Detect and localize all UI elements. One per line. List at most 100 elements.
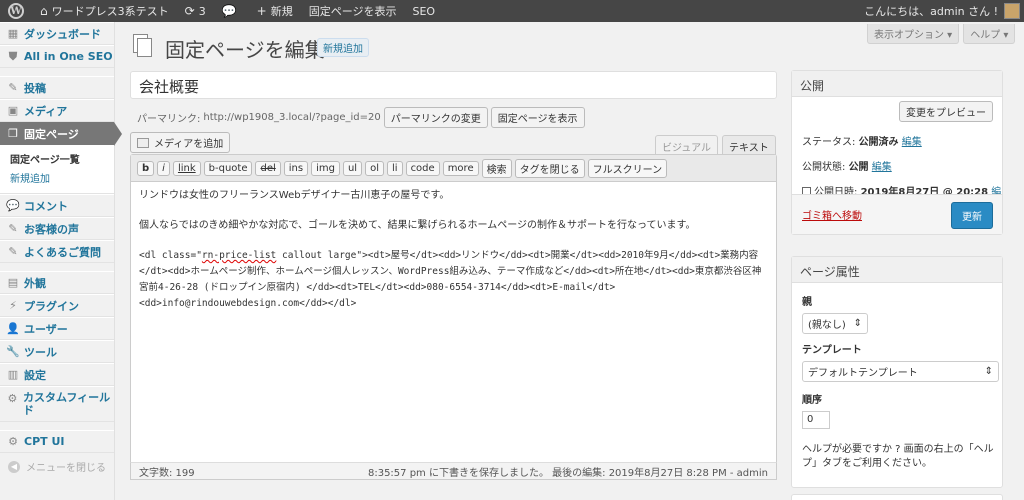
updates-count: 3	[198, 4, 206, 18]
attributes-help-text: ヘルプが必要ですか ? 画面の右上の「ヘルプ」タブをご利用ください。	[802, 444, 994, 469]
qt-link-button[interactable]: link	[172, 160, 201, 176]
my-account-link[interactable]: こんにちは、admin さん !	[856, 0, 1024, 22]
settings-icon: ▥	[7, 368, 19, 381]
add-new-button[interactable]: 新規追加	[317, 38, 369, 57]
select-arrows-icon: ⇕	[984, 366, 993, 377]
avatar	[1004, 3, 1020, 19]
refresh-icon: ⟳	[184, 4, 195, 18]
home-icon: ⌂	[40, 4, 48, 18]
edit-status-link[interactable]: 編集	[902, 137, 922, 148]
appearance-icon: ▤	[7, 276, 19, 289]
site-name-link[interactable]: ⌂ ワードプレス3系テスト	[32, 0, 177, 22]
qt-fullscreen-button[interactable]: フルスクリーン	[587, 158, 668, 178]
editor-status-bar: 文字数: 199 8:35:57 pm に下書きを保存しました。 最後の編集: …	[130, 462, 777, 480]
publish-actions: ゴミ箱へ移動 更新	[792, 194, 1002, 234]
menu-label: ツール	[24, 345, 57, 359]
submenu-pages-list[interactable]: 固定ページ一覧	[0, 149, 114, 168]
menu-label: コメント	[24, 199, 68, 213]
menu-media[interactable]: ▣ メディア	[0, 99, 114, 122]
menu-faq[interactable]: ✎ よくあるご質問	[0, 240, 114, 263]
plugin-icon: ⚡	[9, 299, 17, 312]
pin-icon: ✎	[8, 81, 18, 94]
select-arrows-icon: ⇕	[853, 318, 862, 329]
menu-pages[interactable]: ❐ 固定ページ	[0, 122, 122, 146]
shield-icon: ⛊	[8, 49, 18, 63]
menu-users[interactable]: 👤 ユーザー	[0, 317, 114, 340]
permalink-label: パーマリンク:	[137, 114, 201, 125]
view-page-link[interactable]: 固定ページを表示	[301, 0, 405, 22]
menu-label: All in One SEO	[24, 50, 113, 63]
publish-box: 公開 変更をプレビュー ステータス: 公開済み 編集 公開状態: 公開 編集 公…	[791, 70, 1003, 235]
code-text: <dl class="	[139, 250, 202, 261]
collapse-menu-button[interactable]: ◀ メニューを閉じる	[0, 453, 114, 480]
qt-more-button[interactable]: more	[442, 160, 479, 176]
qt-blockquote-button[interactable]: b-quote	[203, 160, 253, 176]
qt-italic-button[interactable]: i	[157, 160, 170, 176]
menu-appearance[interactable]: ▤ 外観	[0, 271, 114, 294]
updates-link[interactable]: ⟳ 3	[177, 0, 214, 22]
post-title-input[interactable]: 会社概要	[130, 71, 777, 99]
text-editor[interactable]: b i link b-quote del ins img ul ol li co…	[130, 154, 777, 480]
new-label: 新規	[270, 5, 293, 18]
parent-select[interactable]: (親なし) ⇕	[802, 313, 868, 334]
submenu-pages-new[interactable]: 新規追加	[0, 168, 114, 187]
comments-link[interactable]: 💬	[214, 0, 249, 22]
menu-plugins[interactable]: ⚡ プラグイン	[0, 294, 114, 317]
view-page-button[interactable]: 固定ページを表示	[490, 107, 585, 128]
menu-tools[interactable]: 🔧 ツール	[0, 340, 114, 363]
menu-label: ユーザー	[24, 322, 68, 336]
template-select[interactable]: デフォルトテンプレート ⇕	[802, 361, 999, 382]
users-icon: 👤	[6, 322, 20, 335]
menu-label: 固定ページ	[24, 127, 79, 141]
menu-comments[interactable]: 💬 コメント	[0, 194, 114, 217]
add-media-button[interactable]: メディアを追加	[130, 132, 231, 153]
qt-search-button[interactable]: 検索	[481, 158, 512, 178]
preview-changes-button[interactable]: 変更をプレビュー	[899, 101, 993, 122]
page-attributes-box: ページ属性 親 (親なし) ⇕ テンプレート デフォルトテンプレート ⇕ 順序 0 …	[791, 256, 1003, 488]
editor-content[interactable]: リンドウは女性のフリーランスWebデザイナー古川恵子の屋号です。 個人ならではの…	[131, 182, 776, 318]
template-value: デフォルトテンプレート	[808, 368, 918, 379]
menu-custom-fields[interactable]: ⚙ カスタムフィールド	[0, 386, 114, 422]
seo-link[interactable]: SEO	[404, 0, 443, 22]
parent-value: (親なし)	[808, 320, 846, 331]
menu-posts[interactable]: ✎ 投稿	[0, 76, 114, 99]
qt-close-tags-button[interactable]: タグを閉じる	[514, 158, 585, 178]
menu-cptui[interactable]: ⚙ CPT UI	[0, 430, 114, 453]
menu-testimonials[interactable]: ✎ お客様の声	[0, 217, 114, 240]
edit-visibility-link[interactable]: 編集	[872, 162, 892, 173]
content-code: <dl class="rn-price-list callout large">…	[139, 248, 768, 312]
qt-del-button[interactable]: del	[255, 160, 281, 176]
update-button[interactable]: 更新	[951, 202, 993, 229]
screen-options-button[interactable]: 表示オプション ▾	[867, 24, 960, 44]
help-button[interactable]: ヘルプ ▾	[963, 24, 1016, 44]
site-name-label: ワードプレス3系テスト	[51, 5, 169, 18]
seo-label: SEO	[412, 4, 436, 18]
menu-label: メディア	[24, 104, 68, 118]
menu-settings[interactable]: ▥ 設定	[0, 363, 114, 386]
qt-bold-button[interactable]: b	[137, 160, 155, 176]
page-title: 固定ページを編集	[165, 38, 325, 62]
media-icon: ▣	[7, 104, 19, 117]
menu-label: ダッシュボード	[24, 27, 101, 41]
qt-ins-button[interactable]: ins	[283, 160, 309, 176]
move-to-trash-link[interactable]: ゴミ箱へ移動	[802, 207, 862, 222]
autosave-status: 8:35:57 pm に下書きを保存しました。 最後の編集: 2019年8月27…	[367, 467, 768, 479]
menu-separator	[0, 68, 114, 76]
menu-dashboard[interactable]: ▦ ダッシュボード	[0, 22, 114, 45]
greeting-label: こんにちは、admin さん !	[864, 5, 998, 18]
change-permalink-button[interactable]: パーマリンクの変更	[383, 107, 488, 128]
collapse-arrow-icon: ◀	[8, 460, 20, 473]
order-input[interactable]: 0	[802, 411, 830, 429]
dashboard-icon: ▦	[7, 27, 19, 40]
qt-li-button[interactable]: li	[387, 160, 403, 176]
menu-aioseo[interactable]: ⛊ All in One SEO	[0, 45, 114, 68]
spellcheck-word: rn-price-list	[201, 250, 277, 261]
new-content-link[interactable]: + 新規	[249, 0, 301, 22]
qt-code-button[interactable]: code	[405, 160, 440, 176]
qt-img-button[interactable]: img	[311, 160, 340, 176]
wp-logo-button[interactable]: W	[0, 0, 32, 22]
content-line: リンドウは女性のフリーランスWebデザイナー古川恵子の屋号です。	[139, 190, 450, 201]
qt-ol-button[interactable]: ol	[365, 160, 384, 176]
plus-icon: +	[256, 4, 267, 18]
qt-ul-button[interactable]: ul	[342, 160, 363, 176]
